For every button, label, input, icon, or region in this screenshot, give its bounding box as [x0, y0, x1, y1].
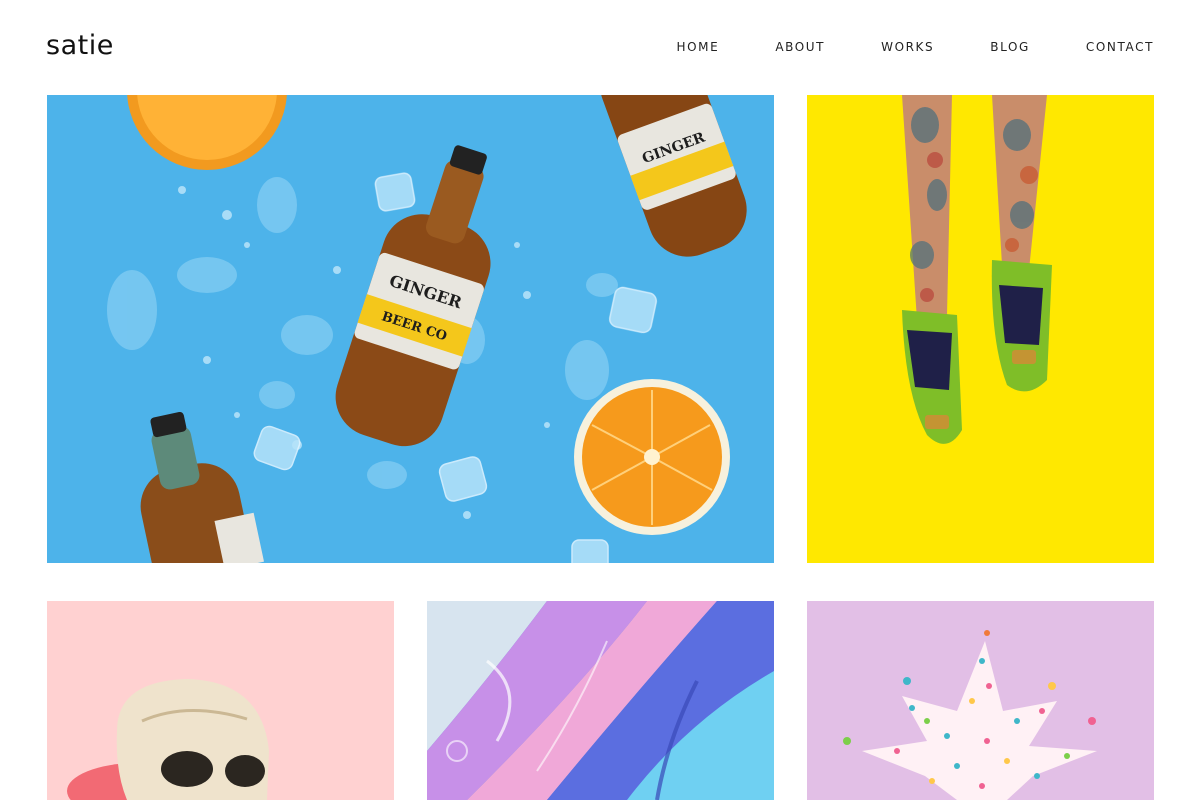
site-header: satie HOME ABOUT WORKS BLOG CONTACT — [0, 0, 1200, 95]
drinks-image: GINGER BEER CO GINGER — [47, 95, 774, 563]
nav-works[interactable]: WORKS — [881, 40, 934, 54]
nav-about[interactable]: ABOUT — [775, 40, 825, 54]
sprinkles-image — [807, 601, 1154, 800]
gallery-item-legs[interactable] — [807, 95, 1154, 563]
legs-image — [807, 95, 1154, 563]
main-nav: HOME ABOUT WORKS BLOG CONTACT — [621, 40, 1155, 54]
gallery-item-paint[interactable] — [427, 601, 774, 800]
nav-contact[interactable]: CONTACT — [1086, 40, 1154, 54]
gallery-item-drinks[interactable]: GINGER BEER CO GINGER — [47, 95, 774, 563]
gallery-item-sprinkles[interactable] — [807, 601, 1154, 800]
skull-image — [47, 601, 394, 800]
nav-blog[interactable]: BLOG — [990, 40, 1030, 54]
site-logo[interactable]: satie — [46, 30, 114, 61]
paint-image — [427, 601, 774, 800]
nav-home[interactable]: HOME — [677, 40, 720, 54]
gallery-item-skull[interactable] — [47, 601, 394, 800]
